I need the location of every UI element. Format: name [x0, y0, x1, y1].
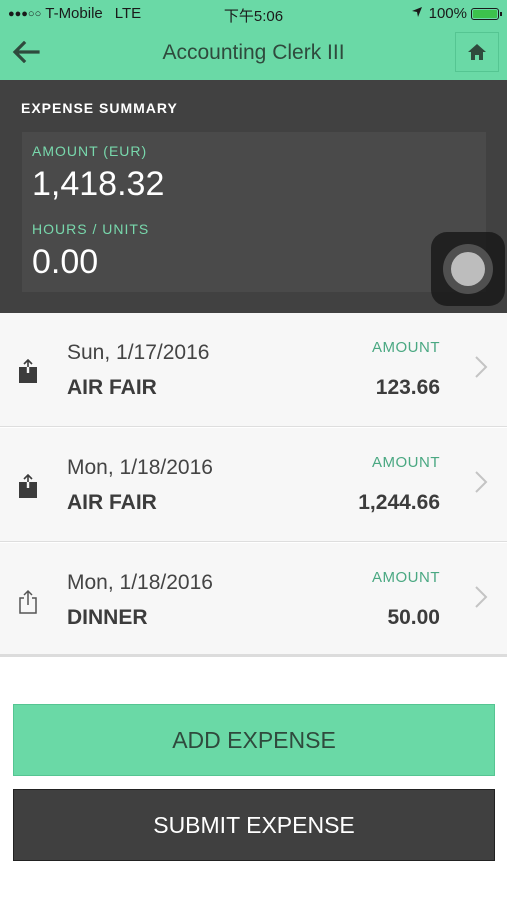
expense-amount-label: AMOUNT: [372, 454, 440, 471]
expense-date: Mon, 1/18/2016: [67, 456, 213, 479]
chevron-right-icon: [475, 356, 488, 378]
home-icon: [468, 44, 486, 60]
status-right: 100%: [411, 5, 502, 22]
battery-percent: 100%: [428, 5, 467, 22]
expense-row[interactable]: Sun, 1/17/2016 AIR FAIR AMOUNT 123.66: [0, 313, 507, 427]
expense-date: Mon, 1/18/2016: [67, 571, 213, 594]
expense-amount: 1,244.66: [358, 491, 440, 514]
summary-title: EXPENSE SUMMARY: [21, 100, 178, 116]
expense-summary: EXPENSE SUMMARY AMOUNT (EUR) 1,418.32 HO…: [0, 80, 507, 313]
amount-label: AMOUNT (EUR): [32, 143, 148, 159]
expense-amount: 123.66: [375, 376, 440, 399]
expense-category: AIR FAIR: [67, 491, 157, 514]
battery-icon: [471, 7, 502, 20]
amount-value: 1,418.32: [32, 165, 165, 203]
hours-value: 0.00: [32, 243, 99, 281]
submit-expense-button[interactable]: SUBMIT EXPENSE: [13, 789, 495, 861]
chevron-right-icon: [475, 471, 488, 493]
expense-amount: 50.00: [387, 606, 440, 629]
share-filled-icon[interactable]: [16, 473, 40, 500]
expense-amount-label: AMOUNT: [372, 569, 440, 586]
expense-date: Sun, 1/17/2016: [67, 341, 210, 364]
add-expense-button[interactable]: ADD EXPENSE: [13, 704, 495, 776]
chevron-right-icon: [475, 586, 488, 608]
expense-row[interactable]: Mon, 1/18/2016 DINNER AMOUNT 50.00: [0, 543, 507, 657]
nav-bar: Accounting Clerk III: [0, 28, 507, 78]
page-title: Accounting Clerk III: [162, 41, 345, 64]
expense-category: DINNER: [67, 606, 148, 629]
expense-category: AIR FAIR: [67, 376, 157, 399]
expense-row[interactable]: Mon, 1/18/2016 AIR FAIR AMOUNT 1,244.66: [0, 428, 507, 542]
top-bar: ●●●○○ T-Mobile LTE 下午5:06 100% Accountin…: [0, 0, 507, 80]
status-bar: ●●●○○ T-Mobile LTE 下午5:06 100%: [0, 0, 507, 28]
assistive-touch-ring: [443, 244, 493, 294]
hours-label: HOURS / UNITS: [32, 221, 150, 237]
battery-level: [473, 9, 497, 18]
expense-amount-label: AMOUNT: [372, 339, 440, 356]
assistive-touch-button[interactable]: [431, 232, 505, 306]
summary-box: AMOUNT (EUR) 1,418.32 HOURS / UNITS 0.00: [22, 132, 486, 292]
share-outline-icon[interactable]: [16, 589, 40, 615]
location-icon: [411, 6, 423, 21]
share-filled-icon[interactable]: [16, 358, 40, 385]
assistive-touch-dot: [451, 252, 485, 286]
home-button[interactable]: [455, 32, 499, 72]
